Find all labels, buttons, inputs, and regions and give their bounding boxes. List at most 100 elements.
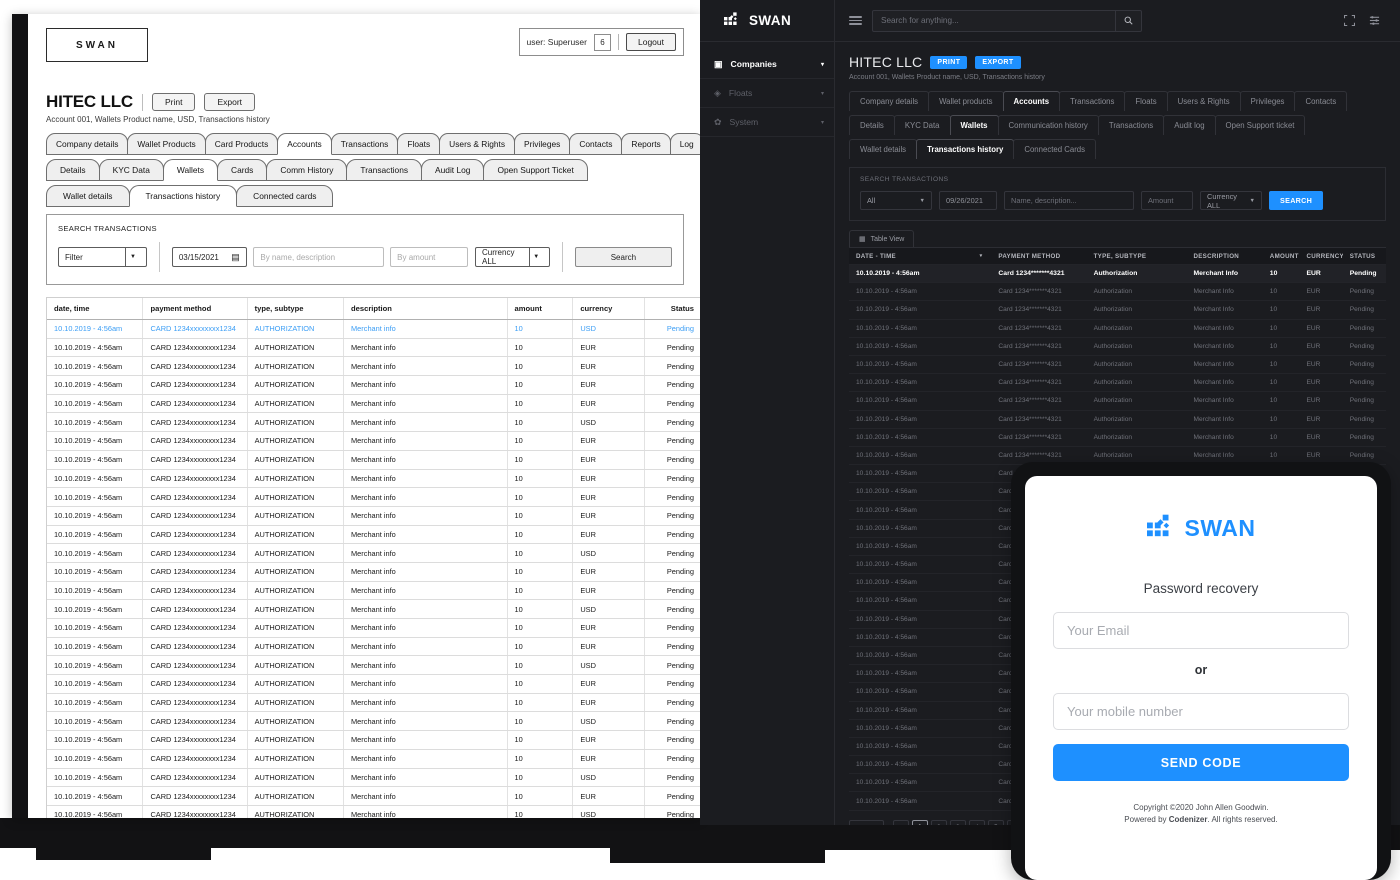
date-input[interactable]: 03/15/2021 ▤ (171, 247, 247, 267)
table-row[interactable]: 10.10.2019 - 4:56am CARD 1234xxxxxxxx1234… (47, 525, 700, 545)
first-page-button[interactable]: « (892, 819, 909, 825)
sidebar-item-system[interactable]: ✿ System ▾ (700, 108, 834, 137)
tab-transactions[interactable]: Transactions (330, 133, 399, 155)
dark-page-button[interactable]: 3 (949, 819, 966, 825)
print-button[interactable]: PRINT (930, 55, 968, 69)
dark-tab-details[interactable]: Details (849, 115, 895, 135)
dark-amount-input[interactable]: Amount (1141, 191, 1193, 210)
table-row[interactable]: 10.10.2019 - 4:56am CARD 1234xxxxxxxx1234… (47, 357, 700, 377)
fullscreen-icon[interactable] (1344, 15, 1355, 26)
filter-select[interactable]: Filter ▼ (58, 247, 147, 267)
tab-company-details[interactable]: Company details (46, 133, 129, 155)
dark-table-row[interactable]: 10.10.2019 - 4:56am Card 1234*******4321 A… (849, 411, 1386, 429)
dark-column-header[interactable]: DATE - TIME ▾ (849, 253, 991, 260)
tab-cards[interactable]: Cards (217, 159, 268, 181)
dark-page-button[interactable]: 5 (987, 819, 1004, 825)
column-header[interactable]: type, subtype (248, 298, 345, 319)
column-header[interactable]: currency (573, 298, 645, 319)
table-row[interactable]: 10.10.2019 - 4:56am CARD 1234xxxxxxxx1234… (47, 712, 700, 732)
dark-tab-connected-cards[interactable]: Connected Cards (1013, 139, 1097, 159)
dark-tab-transactions-history[interactable]: Transactions history (916, 139, 1015, 159)
global-search[interactable]: Search for anything... (872, 9, 1142, 32)
dark-currency-select[interactable]: Currency ALL ▼ (1200, 191, 1262, 210)
dark-tab-privileges[interactable]: Privileges (1239, 91, 1296, 111)
dark-tab-wallets[interactable]: Wallets (949, 115, 999, 135)
table-row[interactable]: 10.10.2019 - 4:56am CARD 1234xxxxxxxx1234… (47, 768, 700, 788)
dark-table-row[interactable]: 10.10.2019 - 4:56am Card 1234*******4321 A… (849, 338, 1386, 356)
column-header[interactable]: description (344, 298, 508, 319)
export-button[interactable]: Export (204, 93, 256, 111)
table-row[interactable]: 10.10.2019 - 4:56am CARD 1234xxxxxxxx1234… (47, 581, 700, 601)
amount-input[interactable]: By amount (390, 247, 469, 267)
table-row[interactable]: 10.10.2019 - 4:56am CARD 1234xxxxxxxx1234… (47, 338, 700, 358)
table-row[interactable]: 10.10.2019 - 4:56am CARD 1234xxxxxxxx1234… (47, 506, 700, 526)
table-row[interactable]: 10.10.2019 - 4:56am CARD 1234xxxxxxxx1234… (47, 488, 700, 507)
table-row[interactable]: 10.10.2019 - 4:56am CARD 1234xxxxxxxx1234… (47, 805, 700, 818)
mobile-number-field[interactable]: Your mobile number (1053, 693, 1349, 730)
dark-filter-select[interactable]: All ▼ (860, 191, 932, 210)
sidebar-item-floats[interactable]: ◈ Floats ▾ (700, 79, 834, 108)
dark-prev-button[interactable]: ← prev (849, 819, 884, 825)
dark-table-row[interactable]: 10.10.2019 - 4:56am Card 1234*******4321 A… (849, 320, 1386, 338)
tab-comm-history[interactable]: Comm History (266, 159, 348, 181)
export-button[interactable]: EXPORT (975, 55, 1021, 69)
dark-table-row[interactable]: 10.10.2019 - 4:56am Card 1234*******4321 A… (849, 374, 1386, 393)
currency-select[interactable]: Currency ALL ▼ (475, 247, 550, 267)
dark-tab-wallet-details[interactable]: Wallet details (849, 139, 918, 159)
tab-transactions[interactable]: Transactions (346, 159, 423, 181)
table-row[interactable]: 10.10.2019 - 4:56am CARD 1234xxxxxxxx1234… (47, 413, 700, 433)
tab-kyc-data[interactable]: KYC Data (98, 159, 164, 181)
dark-search-button[interactable]: SEARCH (1269, 191, 1324, 210)
dark-tab-wallet-products[interactable]: Wallet products (928, 91, 1004, 111)
dark-tab-users-rights[interactable]: Users & Rights (1166, 91, 1241, 111)
column-header[interactable]: payment method (143, 298, 248, 319)
table-row[interactable]: 10.10.2019 - 4:56am CARD 1234xxxxxxxx1234… (47, 600, 700, 619)
tab-users-rights[interactable]: Users & Rights (439, 133, 516, 155)
menu-icon[interactable] (849, 16, 862, 25)
tab-contacts[interactable]: Contacts (569, 133, 623, 155)
dark-name-input[interactable]: Name, description... (1004, 191, 1134, 210)
email-field[interactable]: Your Email (1053, 612, 1349, 649)
dark-page-button[interactable]: 1 (911, 819, 928, 825)
dark-tab-transactions[interactable]: Transactions (1059, 91, 1126, 111)
dark-table-row[interactable]: 10.10.2019 - 4:56am Card 1234*******4321 A… (849, 429, 1386, 447)
tab-open-support-ticket[interactable]: Open Support Ticket (483, 159, 588, 181)
table-row[interactable]: 10.10.2019 - 4:56am CARD 1234xxxxxxxx1234… (47, 675, 700, 694)
table-row[interactable]: 10.10.2019 - 4:56am CARD 1234xxxxxxxx1234… (47, 320, 700, 339)
table-row[interactable]: 10.10.2019 - 4:56am CARD 1234xxxxxxxx1234… (47, 394, 700, 414)
dark-page-button[interactable]: 2 (930, 819, 947, 825)
column-header[interactable]: Status (645, 298, 700, 319)
dark-column-header[interactable]: PAYMENT METHOD (991, 253, 1086, 260)
dark-column-header[interactable]: CURRENCY (1299, 253, 1342, 260)
tab-card-products[interactable]: Card Products (204, 133, 279, 155)
dark-tab-company-details[interactable]: Company details (849, 91, 930, 111)
search-button[interactable]: Search (574, 247, 673, 267)
tab-reports[interactable]: Reports (621, 133, 671, 155)
dark-tab-floats[interactable]: Floats (1124, 91, 1168, 111)
dark-tab-transactions[interactable]: Transactions (1097, 115, 1165, 135)
sidebar-item-companies[interactable]: ▣ Companies ▾ (700, 50, 834, 79)
column-header[interactable]: date, time (47, 298, 144, 319)
table-row[interactable]: 10.10.2019 - 4:56am CARD 1234xxxxxxxx1234… (47, 787, 700, 806)
table-row[interactable]: 10.10.2019 - 4:56am CARD 1234xxxxxxxx1234… (47, 450, 700, 470)
dark-tab-communication-history[interactable]: Communication history (997, 115, 1099, 135)
table-row[interactable]: 10.10.2019 - 4:56am CARD 1234xxxxxxxx1234… (47, 544, 700, 563)
dark-tab-audit-log[interactable]: Audit log (1163, 115, 1216, 135)
tab-connected-cards[interactable]: Connected cards (236, 185, 334, 207)
dark-tab-accounts[interactable]: Accounts (1002, 91, 1061, 111)
dark-column-header[interactable]: AMOUNT (1263, 253, 1300, 260)
tab-details[interactable]: Details (46, 159, 100, 181)
table-row[interactable]: 10.10.2019 - 4:56am CARD 1234xxxxxxxx1234… (47, 562, 700, 582)
table-row[interactable]: 10.10.2019 - 4:56am CARD 1234xxxxxxxx1234… (47, 376, 700, 395)
table-row[interactable]: 10.10.2019 - 4:56am CARD 1234xxxxxxxx1234… (47, 749, 700, 769)
sort-icon[interactable]: ▾ (980, 253, 985, 259)
dark-date-input[interactable]: 09/26/2021 (939, 191, 997, 210)
dark-table-row[interactable]: 10.10.2019 - 4:56am Card 1234*******4321 A… (849, 301, 1386, 320)
name-description-input[interactable]: By name, description (253, 247, 384, 267)
table-row[interactable]: 10.10.2019 - 4:56am CARD 1234xxxxxxxx1234… (47, 693, 700, 713)
table-row[interactable]: 10.10.2019 - 4:56am CARD 1234xxxxxxxx1234… (47, 469, 700, 489)
dark-column-header[interactable]: DESCRIPTION (1186, 253, 1262, 260)
dark-column-header[interactable]: TYPE, SUBTYPE (1087, 253, 1187, 260)
dark-page-button[interactable]: 4 (968, 819, 985, 825)
global-search-input[interactable]: Search for anything... (873, 16, 1115, 25)
